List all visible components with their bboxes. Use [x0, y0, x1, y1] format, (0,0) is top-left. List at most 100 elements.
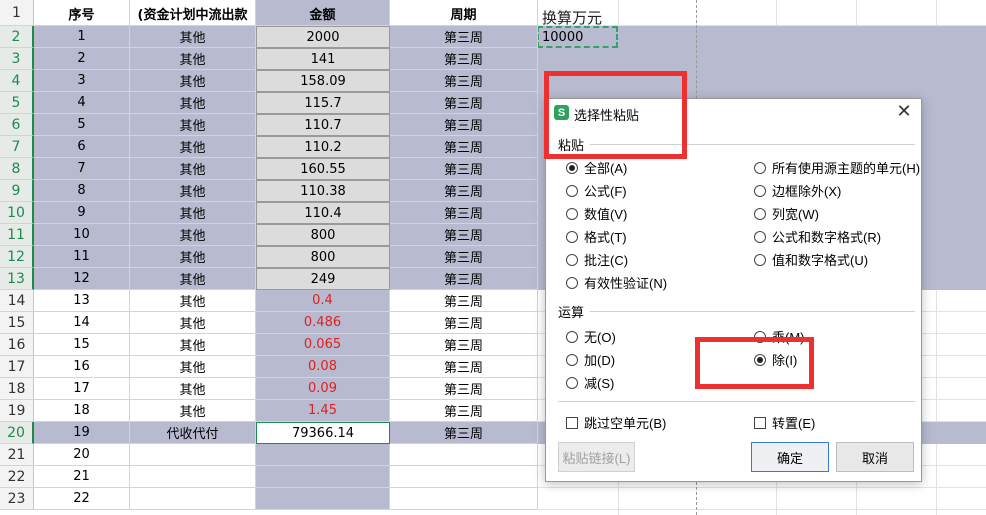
table-cell-type[interactable]: 其他	[130, 114, 256, 136]
table-cell-amount[interactable]: 800	[256, 246, 390, 268]
row-header[interactable]: 16	[0, 334, 34, 356]
checkbox-box[interactable]	[566, 416, 578, 429]
table-cell-type[interactable]: 其他	[130, 378, 256, 400]
radio-option[interactable]: 无(O)	[566, 327, 616, 346]
table-cell-type[interactable]: 其他	[130, 290, 256, 312]
table-cell-amount[interactable]: 110.38	[256, 180, 390, 202]
table-cell-amount[interactable]: 158.09	[256, 70, 390, 92]
row-header[interactable]: 19	[0, 400, 34, 422]
table-cell-week[interactable]: 第三周	[390, 290, 538, 312]
table-cell-seq[interactable]: 11	[34, 246, 130, 268]
column-header-amount[interactable]: 金额	[256, 0, 390, 26]
table-cell-seq[interactable]: 10	[34, 224, 130, 246]
table-cell-type[interactable]: 代收代付	[130, 422, 256, 444]
radio-option[interactable]: 有效性验证(N)	[566, 273, 667, 292]
table-cell-amount[interactable]: 141	[256, 48, 390, 70]
table-cell-week[interactable]	[390, 488, 538, 510]
column-header-type[interactable]: (资金计划中流出款	[130, 0, 256, 26]
cancel-button[interactable]: 取消	[836, 442, 914, 472]
table-cell-week[interactable]: 第三周	[390, 180, 538, 202]
row-header[interactable]: 15	[0, 312, 34, 334]
table-cell-type[interactable]: 其他	[130, 26, 256, 48]
row-header[interactable]: 21	[0, 444, 34, 466]
row-header[interactable]: 6	[0, 114, 34, 136]
table-cell-amount[interactable]: 0.09	[256, 378, 390, 400]
table-cell-week[interactable]	[390, 466, 538, 488]
table-cell-seq[interactable]: 16	[34, 356, 130, 378]
radio-button[interactable]	[754, 161, 766, 174]
table-cell-amount[interactable]: 0.08	[256, 356, 390, 378]
radio-button[interactable]	[754, 230, 766, 243]
skip-blanks-checkbox[interactable]: 跳过空单元(B)	[566, 413, 666, 432]
close-icon[interactable]: ✕	[895, 102, 913, 120]
radio-option[interactable]: 批注(C)	[566, 250, 628, 269]
table-cell-seq[interactable]: 9	[34, 202, 130, 224]
radio-option[interactable]: 全部(A)	[566, 158, 627, 177]
table-cell-week[interactable]: 第三周	[390, 356, 538, 378]
row-header[interactable]: 20	[0, 422, 34, 444]
row-header[interactable]: 13	[0, 268, 34, 290]
paste-link-button[interactable]: 粘贴链接(L)	[558, 442, 635, 472]
copied-cell[interactable]: 10000	[537, 26, 618, 48]
table-cell-week[interactable]: 第三周	[390, 422, 538, 444]
table-cell-amount[interactable]: 2000	[256, 26, 390, 48]
row-header[interactable]: 2	[0, 26, 34, 48]
radio-button[interactable]	[566, 353, 578, 366]
radio-button[interactable]	[754, 353, 766, 366]
table-cell-amount[interactable]: 110.2	[256, 136, 390, 158]
table-cell-seq[interactable]: 17	[34, 378, 130, 400]
table-cell-amount[interactable]: 0.4	[256, 290, 390, 312]
table-cell-seq[interactable]: 21	[34, 466, 130, 488]
radio-button[interactable]	[566, 376, 578, 389]
radio-option[interactable]: 除(I)	[754, 350, 797, 369]
row-header[interactable]: 1	[0, 0, 34, 26]
table-cell-amount[interactable]	[256, 488, 390, 510]
row-header[interactable]: 5	[0, 92, 34, 114]
row-header[interactable]: 8	[0, 158, 34, 180]
table-cell-amount[interactable]: 160.55	[256, 158, 390, 180]
table-cell-seq[interactable]: 5	[34, 114, 130, 136]
table-cell-type[interactable]: 其他	[130, 268, 256, 290]
table-cell-type[interactable]: 其他	[130, 202, 256, 224]
ok-button[interactable]: 确定	[751, 442, 829, 472]
row-header[interactable]: 22	[0, 466, 34, 488]
row-header[interactable]: 14	[0, 290, 34, 312]
radio-button[interactable]	[754, 330, 766, 343]
table-cell-type[interactable]: 其他	[130, 92, 256, 114]
table-cell-week[interactable]: 第三周	[390, 312, 538, 334]
table-cell-type[interactable]: 其他	[130, 334, 256, 356]
radio-option[interactable]: 值和数字格式(U)	[754, 250, 868, 269]
table-cell-seq[interactable]: 6	[34, 136, 130, 158]
row-header[interactable]: 11	[0, 224, 34, 246]
paste-special-dialog[interactable]: S 选择性粘贴 ✕ 粘贴 全部(A) 公式(F) 数值(V) 格式(T) 批注(C) 有效…	[545, 98, 922, 482]
table-cell-seq[interactable]: 3	[34, 70, 130, 92]
radio-option[interactable]: 数值(V)	[566, 204, 627, 223]
table-cell-type[interactable]: 其他	[130, 246, 256, 268]
table-cell-seq[interactable]: 20	[34, 444, 130, 466]
table-cell-amount[interactable]: 115.7	[256, 92, 390, 114]
table-cell-week[interactable]: 第三周	[390, 92, 538, 114]
table-cell-type[interactable]: 其他	[130, 158, 256, 180]
table-cell-seq[interactable]: 2	[34, 48, 130, 70]
radio-option[interactable]: 所有使用源主题的单元(H)	[754, 158, 920, 177]
table-cell-amount[interactable]	[256, 466, 390, 488]
table-cell-week[interactable]: 第三周	[390, 158, 538, 180]
radio-button[interactable]	[754, 184, 766, 197]
table-cell-seq[interactable]: 19	[34, 422, 130, 444]
table-cell-week[interactable]: 第三周	[390, 48, 538, 70]
row-header[interactable]: 9	[0, 180, 34, 202]
row-header[interactable]: 18	[0, 378, 34, 400]
table-cell-amount[interactable]: 0.065	[256, 334, 390, 356]
table-cell-type[interactable]	[130, 488, 256, 510]
radio-option[interactable]: 列宽(W)	[754, 204, 819, 223]
dialog-titlebar[interactable]: S 选择性粘贴 ✕	[546, 99, 921, 127]
table-cell-type[interactable]: 其他	[130, 400, 256, 422]
table-cell-type[interactable]	[130, 466, 256, 488]
radio-option[interactable]: 边框除外(X)	[754, 181, 841, 200]
column-header-week[interactable]: 周期	[390, 0, 538, 26]
table-cell-amount[interactable]	[256, 444, 390, 466]
table-cell-amount[interactable]: 800	[256, 224, 390, 246]
table-cell-type[interactable]: 其他	[130, 356, 256, 378]
table-cell-seq[interactable]: 18	[34, 400, 130, 422]
radio-button[interactable]	[566, 253, 578, 266]
